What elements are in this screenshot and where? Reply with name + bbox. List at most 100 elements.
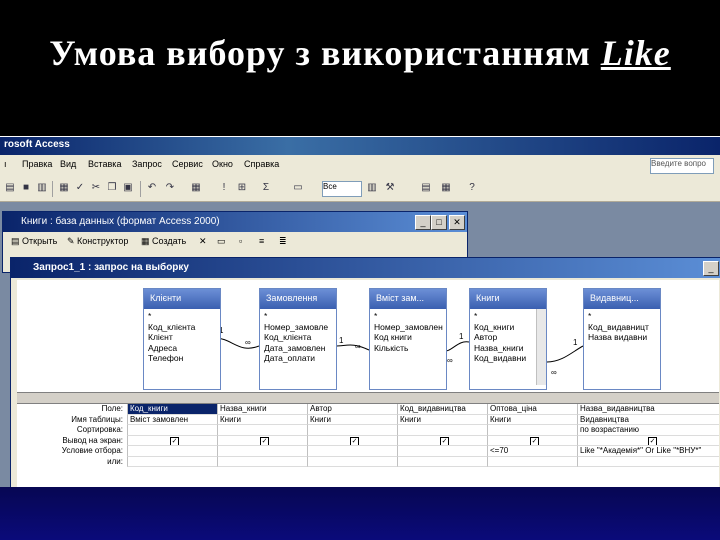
run-icon[interactable]: ! [218,182,230,194]
grid-cell[interactable] [127,456,217,467]
table-clients[interactable]: Клієнти * Код_клієнта Клієнт Адреса Теле… [143,288,221,390]
menu-item-view[interactable]: Вид [60,159,76,169]
grid-cell[interactable]: Оптова_ціна [487,404,577,415]
spelling-icon[interactable]: ✓ [74,182,86,194]
grid-cell[interactable]: Видавництва [577,414,719,425]
grid-cell[interactable] [397,456,487,467]
table-orders[interactable]: Замовлення * Номер_замовле Код_клієнта Д… [259,288,337,390]
menu-file[interactable]: ı [4,159,7,169]
grid-cell[interactable] [217,425,307,436]
query-window-titlebar[interactable]: Запрос1_1 : запрос на выборку _ [11,258,720,278]
field-item[interactable]: Номер_замовлен [374,322,446,333]
field-item[interactable]: * [374,311,446,322]
grid-cell[interactable] [487,425,577,436]
field-item[interactable]: Клієнт [148,332,220,343]
field-item[interactable]: * [148,311,220,322]
query-type-icon[interactable]: ▦ [190,182,202,194]
large-icons-icon[interactable]: ▭ [217,236,226,247]
top-values-icon[interactable]: ▭ [292,182,304,194]
grid-cell[interactable]: Книги [217,414,307,425]
field-item[interactable]: Номер_замовле [264,322,336,333]
field-item[interactable]: Код_клієнта [264,332,336,343]
view-icon[interactable]: ▤ [4,182,16,194]
paste-icon[interactable]: ▣ [122,182,134,194]
field-item[interactable]: Дата_замовлен [264,343,336,354]
grid-cell[interactable]: Код_видавництва [397,404,487,415]
list-icon[interactable]: ≡ [259,236,264,246]
menu-item-insert[interactable]: Вставка [88,159,121,169]
grid-cell[interactable]: Like "*Академія*" Or Like "*ВНУ*" [577,446,719,457]
grid-cell[interactable] [487,456,577,467]
table-books[interactable]: Книги * Код_книги Автор Назва_книги Код_… [469,288,547,390]
grid-cell[interactable] [397,425,487,436]
table-header[interactable]: Книги [470,289,546,309]
grid-cell[interactable]: Назва_книги [217,404,307,415]
close-button[interactable]: ✕ [449,215,465,230]
table-header[interactable]: Видавниц... [584,289,660,309]
design-button[interactable]: ✎ Конструктор [67,236,128,247]
grid-cell[interactable]: Код_книги [127,404,217,415]
new-object-icon[interactable]: ▦ [440,182,452,194]
table-publishers[interactable]: Видавниц... * Код_видавницт Назва видавн… [583,288,661,390]
field-item[interactable]: * [264,311,336,322]
field-item[interactable]: Код_видавницт [588,322,660,333]
save-icon[interactable]: ■ [20,182,32,194]
grid-cell[interactable] [307,456,397,467]
menu-item-help[interactable]: Справка [244,159,279,169]
properties-icon[interactable]: ▥ [366,182,378,194]
maximize-button[interactable]: □ [431,215,447,230]
grid-cell[interactable]: <=70 [487,446,577,457]
field-item[interactable]: * [588,311,660,322]
show-checkbox[interactable]: ✓ [648,436,657,446]
show-checkbox[interactable]: ✓ [260,436,269,446]
minimize-button[interactable]: _ [703,261,719,276]
help-search-input[interactable]: Введите вопро [650,158,714,174]
show-checkbox[interactable]: ✓ [440,436,449,446]
grid-cell[interactable]: Книги [397,414,487,425]
table-header[interactable]: Вміст зам... [370,289,446,309]
grid-cell[interactable] [577,456,719,467]
field-item[interactable]: Код книги [374,332,446,343]
pane-splitter[interactable] [17,392,719,404]
undo-icon[interactable]: ↶ [146,182,158,194]
field-item[interactable]: Дата_оплати [264,353,336,364]
cut-icon[interactable]: ✂ [90,182,102,194]
grid-cell[interactable] [127,425,217,436]
grid-cell[interactable] [307,425,397,436]
build-icon[interactable]: ⚒ [384,182,396,194]
grid-cell[interactable]: по возрастанию [577,425,719,436]
print-preview-icon[interactable]: ▦ [58,182,70,194]
totals-icon[interactable]: Σ [260,182,272,194]
field-item[interactable]: Назва видавни [588,332,660,343]
field-list-scrollbar[interactable] [536,309,546,385]
grid-cell[interactable]: Автор [307,404,397,415]
show-checkbox[interactable]: ✓ [350,436,359,446]
field-item[interactable]: Код_клієнта [148,322,220,333]
grid-cell[interactable]: Назва_видавництва [577,404,719,415]
open-button[interactable]: ▤ Открыть [11,236,57,247]
grid-cell[interactable] [217,446,307,457]
grid-cell[interactable]: Книги [307,414,397,425]
details-icon[interactable]: ≣ [279,236,287,247]
grid-cell[interactable] [217,456,307,467]
table-order-contents[interactable]: Вміст зам... * Номер_замовлен Код книги … [369,288,447,390]
field-item[interactable]: Кількість [374,343,446,354]
redo-icon[interactable]: ↷ [164,182,176,194]
database-window-titlebar[interactable]: Книги : база данных (формат Access 2000)… [3,212,467,232]
new-button[interactable]: ▦ Создать [141,236,186,247]
grid-cell[interactable] [307,446,397,457]
small-icons-icon[interactable]: ▫ [239,236,242,246]
grid-cell[interactable] [127,446,217,457]
table-header[interactable]: Клієнти [144,289,220,309]
print-icon[interactable]: ▥ [36,182,48,194]
field-item[interactable]: Телефон [148,353,220,364]
menu-item-tools[interactable]: Сервис [172,159,203,169]
grid-cell[interactable]: Книги [487,414,577,425]
database-window-icon[interactable]: ▤ [420,182,432,194]
show-table-icon[interactable]: ⊞ [236,182,248,194]
top-values-combo[interactable]: Все [322,181,362,197]
menu-item-query[interactable]: Запрос [132,159,162,169]
minimize-button[interactable]: _ [415,215,431,230]
table-header[interactable]: Замовлення [260,289,336,309]
menu-item-window[interactable]: Окно [212,159,233,169]
